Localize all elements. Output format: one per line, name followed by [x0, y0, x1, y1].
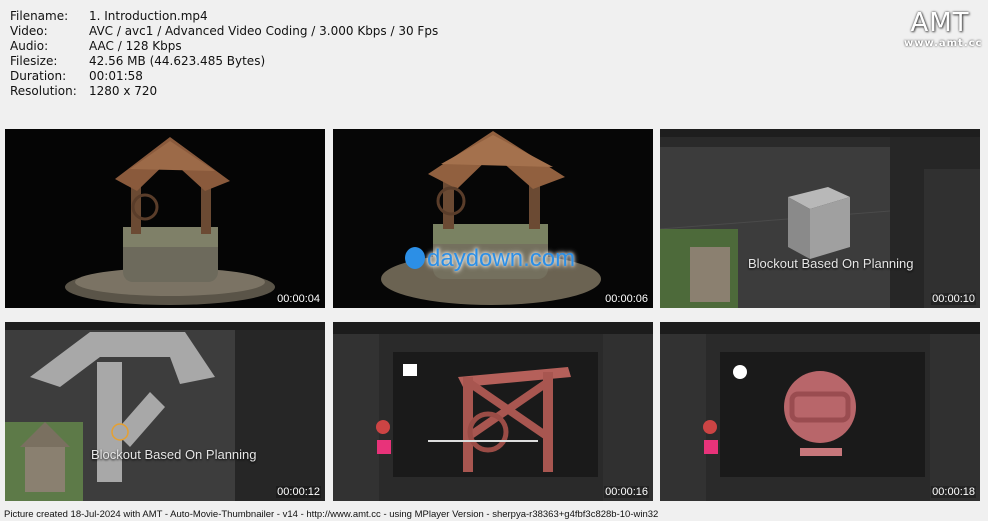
timestamp: 00:00:04: [276, 293, 321, 305]
well-closeup-image: [333, 129, 653, 308]
footer-credit: Picture created 18-Jul-2024 with AMT - A…: [4, 509, 659, 520]
zbrush-wheel-image: [660, 322, 980, 501]
info-value: 00:01:58: [89, 69, 143, 83]
timestamp: 00:00:16: [604, 486, 649, 498]
caption: Blockout Based On Planning: [748, 256, 914, 271]
timestamp: 00:00:10: [931, 293, 976, 305]
info-value: 42.56 MB (44.623.485 Bytes): [89, 54, 266, 68]
info-key: Filesize:: [10, 54, 58, 68]
info-key: Audio:: [10, 39, 49, 53]
blender-viewport-image: [660, 129, 980, 308]
info-row-resolution: Resolution: 1280 x 720: [10, 84, 438, 99]
thumbnail-1[interactable]: 00:00:04: [5, 129, 325, 308]
info-value: 1280 x 720: [89, 84, 158, 98]
logo-url: www.amt.cc: [904, 38, 983, 49]
info-key: Resolution:: [10, 84, 77, 98]
watermark: daydown.com: [405, 245, 575, 273]
well-render-image: [5, 129, 325, 308]
thumbnail-5[interactable]: 00:00:16: [333, 322, 653, 501]
info-row-audio: Audio: AAC / 128 Kbps: [10, 39, 438, 54]
caption: Blockout Based On Planning: [91, 447, 257, 462]
timestamp: 00:00:12: [276, 486, 321, 498]
amt-logo: AMT www.amt.cc: [904, 8, 983, 49]
blender-blockout-image: [5, 322, 325, 501]
thumbnail-2[interactable]: daydown.com 00:00:06: [333, 129, 653, 308]
file-info: Filename: 1. Introduction.mp4 Video: AVC /…: [10, 9, 438, 99]
info-row-filename: Filename: 1. Introduction.mp4: [10, 9, 438, 24]
info-value: AAC / 128 Kbps: [89, 39, 182, 53]
info-row-filesize: Filesize: 42.56 MB (44.623.485 Bytes): [10, 54, 438, 69]
timestamp: 00:00:06: [604, 293, 649, 305]
thumbnail-3[interactable]: Blockout Based On Planning 00:00:10: [660, 129, 980, 308]
info-value: 1. Introduction.mp4: [89, 9, 208, 23]
watermark-icon: [405, 246, 425, 269]
info-key: Duration:: [10, 69, 67, 83]
info-row-duration: Duration: 00:01:58: [10, 69, 438, 84]
info-key: Filename:: [10, 9, 69, 23]
timestamp: 00:00:18: [931, 486, 976, 498]
thumbnail-6[interactable]: 00:00:18: [660, 322, 980, 501]
zbrush-frame-image: [333, 322, 653, 501]
watermark-text: daydown.com: [427, 245, 576, 272]
logo-text: AMT: [910, 8, 970, 38]
info-key: Video:: [10, 24, 48, 38]
info-row-video: Video: AVC / avc1 / Advanced Video Coding…: [10, 24, 438, 39]
thumbnail-4[interactable]: Blockout Based On Planning 00:00:12: [5, 322, 325, 501]
info-value: AVC / avc1 / Advanced Video Coding / 3.0…: [89, 24, 439, 38]
